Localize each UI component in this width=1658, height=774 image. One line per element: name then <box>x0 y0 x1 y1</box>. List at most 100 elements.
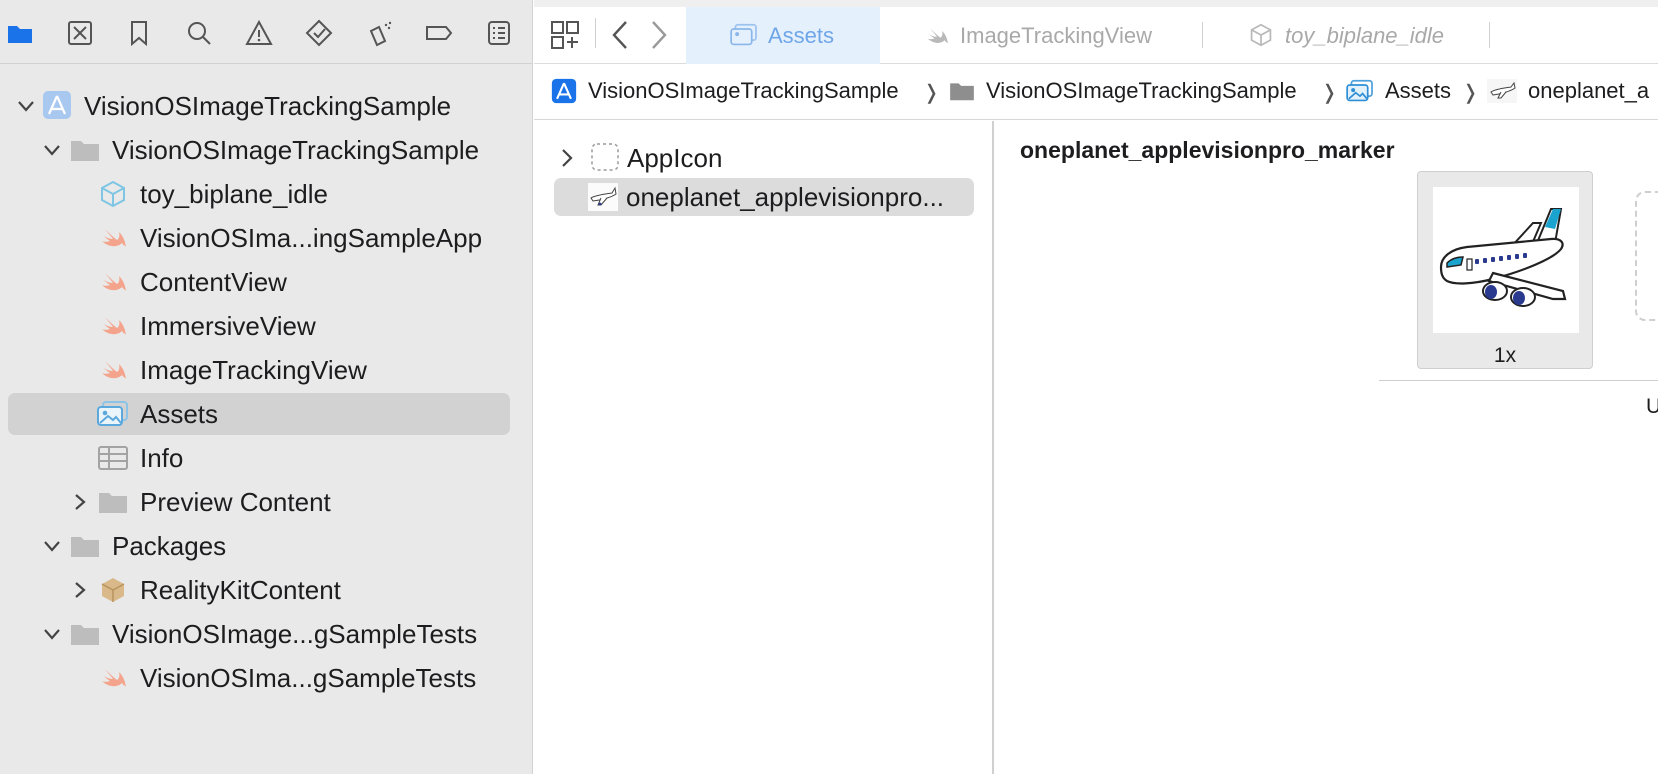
tree-item-label: ImageTrackingView <box>140 354 367 385</box>
tree-item-label: toy_biplane_idle <box>140 178 328 209</box>
tree-row-file[interactable]: ImageTrackingView <box>8 349 510 391</box>
tab-bar-top-strip <box>534 0 1658 7</box>
asset-detail-pane: oneplanet_applevisionpro_marker 1x U <box>996 121 1658 774</box>
breadcrumb-label: Assets <box>1385 78 1452 103</box>
tree-item-label: VisionOSImageTrackingSample <box>112 134 480 165</box>
asset-label: AppIcon <box>627 142 723 173</box>
breadcrumb-chevron-icon: ❭ <box>1321 82 1338 104</box>
breadcrumb-item-image-set[interactable]: oneplanet_a <box>1487 78 1649 104</box>
report-icon[interactable] <box>482 16 516 50</box>
folder-icon <box>950 83 974 101</box>
chevron-right-icon[interactable] <box>70 580 90 600</box>
tab-assets[interactable]: Assets <box>686 7 880 64</box>
chevron-right-icon[interactable] <box>560 148 574 168</box>
tree-row-file[interactable]: toy_biplane_idle <box>8 173 510 215</box>
tree-item-label: RealityKitContent <box>140 574 341 605</box>
breadcrumb-item-project[interactable]: VisionOSImageTrackingSample <box>551 78 899 104</box>
folder-icon[interactable] <box>3 16 37 50</box>
asset-catalog-icon <box>1346 79 1373 102</box>
tree-item-label: ImmersiveView <box>140 310 316 341</box>
tree-item-label: VisionOSImageTrackingSample <box>84 90 452 121</box>
back-arrow-icon[interactable] <box>610 20 630 50</box>
bookmark-icon[interactable] <box>122 16 156 50</box>
breakpoint-icon[interactable] <box>422 16 456 50</box>
app-project-icon <box>551 78 577 104</box>
tab-label: Assets <box>768 23 835 48</box>
app-icon-placeholder-icon <box>591 143 619 171</box>
tree-row-group[interactable]: Packages <box>8 525 510 567</box>
tree-row-assets-selected[interactable]: Assets <box>8 393 510 435</box>
swift-icon <box>97 664 129 692</box>
breadcrumb-item-assets[interactable]: Assets <box>1346 78 1451 104</box>
asset-list: AppIcon oneplanet_applevisionpro... <box>534 121 994 774</box>
tree-item-label: Info <box>140 442 184 473</box>
issue-icon[interactable] <box>242 16 276 50</box>
tree-item-label: VisionOSIma...ingSampleApp <box>140 222 483 253</box>
chevron-right-icon[interactable] <box>70 492 90 512</box>
tree-item-label: VisionOSImage...gSampleTests <box>112 618 478 649</box>
3d-model-icon <box>1249 23 1273 47</box>
asset-title: oneplanet_applevisionpro_marker <box>1020 137 1395 163</box>
forward-arrow-icon[interactable] <box>649 20 669 50</box>
source-control-icon[interactable] <box>63 16 97 50</box>
tree-row-package[interactable]: RealityKitContent <box>8 569 510 611</box>
tree-item-label: Preview Content <box>140 486 331 517</box>
debug-icon[interactable] <box>362 16 396 50</box>
tree-row-group[interactable]: VisionOSImage...gSampleTests <box>8 613 510 655</box>
chevron-down-icon[interactable] <box>16 96 36 116</box>
chevron-down-icon[interactable] <box>42 140 62 160</box>
tree-row-file[interactable]: VisionOSIma...ingSampleApp <box>8 217 510 259</box>
asset-catalog-icon <box>730 23 758 47</box>
tree-row-file[interactable]: VisionOSIma...gSampleTests <box>8 657 510 699</box>
airplane-thumbnail-icon <box>588 183 618 211</box>
tab-toy-biplane-idle[interactable]: toy_biplane_idle <box>1203 7 1480 64</box>
chevron-down-icon[interactable] <box>42 624 62 644</box>
plist-icon <box>97 444 129 472</box>
tab-label: ImageTrackingView <box>960 23 1152 48</box>
tree-item-label: ContentView <box>140 266 287 297</box>
chevron-down-icon[interactable] <box>42 536 62 556</box>
tree-row-file[interactable]: Info <box>8 437 510 479</box>
image-slot-1x[interactable]: 1x <box>1417 171 1593 369</box>
empty-image-slot[interactable] <box>1635 191 1658 321</box>
breadcrumb: VisionOSImageTrackingSample ❭ VisionOSIm… <box>534 64 1658 120</box>
tab-separator <box>1489 22 1490 48</box>
breadcrumb-label: VisionOSImageTrackingSample <box>986 78 1297 103</box>
folder-icon <box>69 136 101 164</box>
swift-icon <box>97 268 129 296</box>
scale-label: 1x <box>1493 344 1517 367</box>
swift-icon <box>97 356 129 384</box>
tab-image-tracking-view[interactable]: ImageTrackingView <box>880 7 1202 64</box>
editor-area: Assets ImageTrackingView toy_biplane_idl… <box>534 0 1658 774</box>
tree-row-project[interactable]: VisionOSImageTrackingSample <box>8 85 510 127</box>
folder-icon <box>69 620 101 648</box>
airplane-illustration-icon <box>1439 208 1567 307</box>
slot-divider <box>1379 380 1658 381</box>
truncated-label: U <box>1646 395 1658 418</box>
breadcrumb-item-group[interactable]: VisionOSImageTrackingSample <box>949 78 1297 104</box>
asset-row-marker-selected[interactable]: oneplanet_applevisionpro... <box>554 178 974 216</box>
breadcrumb-chevron-icon: ❭ <box>1462 82 1479 104</box>
breadcrumb-label: VisionOSImageTrackingSample <box>588 78 899 103</box>
package-icon <box>97 576 129 604</box>
tree-row-file[interactable]: ImmersiveView <box>8 305 510 347</box>
tree-row-group[interactable]: VisionOSImageTrackingSample <box>8 129 510 171</box>
related-items-icon[interactable] <box>550 20 580 50</box>
project-navigator: VisionOSImageTrackingSample VisionOSImag… <box>0 0 533 774</box>
airplane-image <box>1433 187 1579 333</box>
swift-icon <box>97 312 129 340</box>
navigator-toolbar <box>0 0 533 64</box>
test-icon[interactable] <box>302 16 336 50</box>
tree-row-file[interactable]: ContentView <box>8 261 510 303</box>
tab-label: toy_biplane_idle <box>1285 23 1445 48</box>
asset-row-appicon[interactable]: AppIcon <box>554 139 974 177</box>
asset-catalog-icon <box>97 400 129 428</box>
toolbar-divider <box>595 18 596 48</box>
folder-icon <box>69 532 101 560</box>
tree-row-group[interactable]: Preview Content <box>8 481 510 523</box>
3d-model-icon <box>97 180 129 208</box>
find-icon[interactable] <box>182 16 216 50</box>
app-project-icon <box>41 91 73 119</box>
airplane-thumbnail-icon <box>1487 79 1517 103</box>
tab-bar: Assets ImageTrackingView toy_biplane_idl… <box>534 0 1658 64</box>
